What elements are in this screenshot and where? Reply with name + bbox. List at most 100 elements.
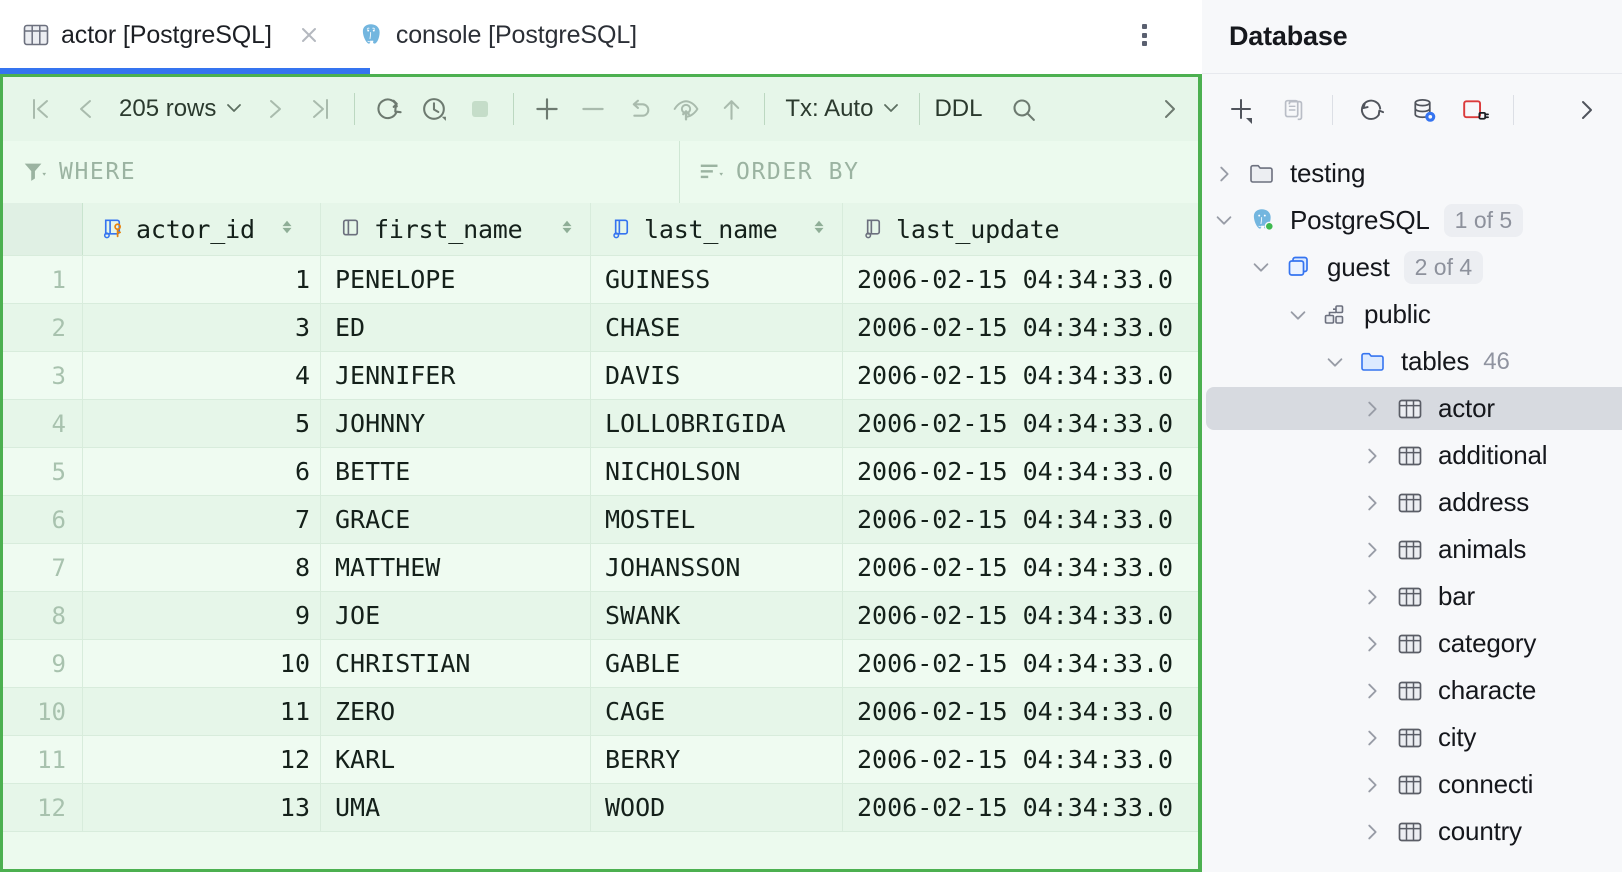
plus-icon[interactable]	[524, 86, 570, 132]
clock-icon[interactable]	[411, 86, 457, 132]
cell-last_update[interactable]: 2006-02-15 04:34:33.0	[843, 592, 1198, 639]
table-row[interactable]: 67GRACEMOSTEL2006-02-15 04:34:33.0	[3, 496, 1198, 544]
cell-actor_id[interactable]: 13	[83, 784, 321, 831]
cell-actor_id[interactable]: 10	[83, 640, 321, 687]
column-header-actor_id[interactable]: actor_id	[83, 203, 321, 255]
cell-first_name[interactable]: GRACE	[321, 496, 591, 543]
transaction-mode-selector[interactable]: Tx: Auto	[775, 95, 909, 124]
cell-last_name[interactable]: WOOD	[591, 784, 843, 831]
submit-up-arrow-icon[interactable]	[708, 86, 754, 132]
tree-item-guest[interactable]: guest2 of 4	[1202, 244, 1622, 291]
cell-last_name[interactable]: MOSTEL	[591, 496, 843, 543]
search-icon[interactable]	[1000, 86, 1046, 132]
refresh-icon[interactable]	[1347, 86, 1395, 134]
cell-actor_id[interactable]: 11	[83, 688, 321, 735]
undo-icon[interactable]	[616, 86, 662, 132]
cell-first_name[interactable]: ED	[321, 304, 591, 351]
copy-icon[interactable]	[1270, 86, 1318, 134]
chevron-down-icon[interactable]	[1239, 256, 1283, 278]
where-filter[interactable]: WHERE	[3, 141, 679, 203]
chevron-right-icon[interactable]	[1350, 774, 1394, 796]
tree-item-connecti[interactable]: connecti	[1202, 761, 1622, 808]
table-row[interactable]: 34JENNIFERDAVIS2006-02-15 04:34:33.0	[3, 352, 1198, 400]
cell-actor_id[interactable]: 5	[83, 400, 321, 447]
cell-first_name[interactable]: MATTHEW	[321, 544, 591, 591]
cell-last_name[interactable]: BERRY	[591, 736, 843, 783]
tree-item-additional[interactable]: additional	[1202, 432, 1622, 479]
close-icon[interactable]	[297, 23, 321, 47]
cell-last_name[interactable]: JOHANSSON	[591, 544, 843, 591]
cell-last_name[interactable]: NICHOLSON	[591, 448, 843, 495]
column-header-last_name[interactable]: last_name	[591, 203, 843, 255]
cell-first_name[interactable]: JOHNNY	[321, 400, 591, 447]
table-row[interactable]: 56BETTENICHOLSON2006-02-15 04:34:33.0	[3, 448, 1198, 496]
table-row[interactable]: 45JOHNNYLOLLOBRIGIDA2006-02-15 04:34:33.…	[3, 400, 1198, 448]
tree-item-address[interactable]: address	[1202, 479, 1622, 526]
chevron-right-icon[interactable]	[1350, 539, 1394, 561]
tree-item-animals[interactable]: animals	[1202, 526, 1622, 573]
cell-last_update[interactable]: 2006-02-15 04:34:33.0	[843, 496, 1198, 543]
cell-last_update[interactable]: 2006-02-15 04:34:33.0	[843, 784, 1198, 831]
chevron-right-icon[interactable]	[1564, 88, 1608, 132]
cell-actor_id[interactable]: 12	[83, 736, 321, 783]
table-row[interactable]: 1213UMAWOOD2006-02-15 04:34:33.0	[3, 784, 1198, 832]
chevron-right-icon[interactable]	[1350, 445, 1394, 467]
previous-page-icon[interactable]	[63, 86, 109, 132]
chevron-right-icon[interactable]	[1140, 77, 1198, 141]
cell-last_name[interactable]: CHASE	[591, 304, 843, 351]
chevron-right-icon[interactable]	[1350, 680, 1394, 702]
database-settings-icon[interactable]	[1399, 86, 1447, 134]
table-row[interactable]: 1011ZEROCAGE2006-02-15 04:34:33.0	[3, 688, 1198, 736]
cell-first_name[interactable]: JENNIFER	[321, 352, 591, 399]
cell-last_update[interactable]: 2006-02-15 04:34:33.0	[843, 544, 1198, 591]
chevron-right-icon[interactable]	[1350, 727, 1394, 749]
column-header-first_name[interactable]: first_name	[321, 203, 591, 255]
disconnect-plug-icon[interactable]	[1451, 86, 1499, 134]
cell-actor_id[interactable]: 4	[83, 352, 321, 399]
chevron-right-icon[interactable]	[1350, 586, 1394, 608]
cell-last_name[interactable]: GUINESS	[591, 256, 843, 303]
cell-last_name[interactable]: DAVIS	[591, 352, 843, 399]
tree-item-postgresql[interactable]: PostgreSQL1 of 5	[1202, 197, 1622, 244]
chevron-right-icon[interactable]	[1350, 398, 1394, 420]
preview-changes-icon[interactable]	[662, 86, 708, 132]
chevron-right-icon[interactable]	[1202, 163, 1246, 185]
table-row[interactable]: 1112KARLBERRY2006-02-15 04:34:33.0	[3, 736, 1198, 784]
cell-first_name[interactable]: PENELOPE	[321, 256, 591, 303]
cell-first_name[interactable]: BETTE	[321, 448, 591, 495]
tree-item-city[interactable]: city	[1202, 714, 1622, 761]
cell-actor_id[interactable]: 3	[83, 304, 321, 351]
plus-with-dropdown-icon[interactable]	[1218, 86, 1266, 134]
chevron-right-icon[interactable]	[1350, 821, 1394, 843]
tree-item-testing[interactable]: testing	[1202, 150, 1622, 197]
first-page-icon[interactable]	[17, 86, 63, 132]
cell-last_update[interactable]: 2006-02-15 04:34:33.0	[843, 688, 1198, 735]
cell-last_update[interactable]: 2006-02-15 04:34:33.0	[843, 304, 1198, 351]
cell-actor_id[interactable]: 9	[83, 592, 321, 639]
chevron-right-icon[interactable]	[1350, 633, 1394, 655]
sort-toggle-icon[interactable]	[810, 214, 828, 244]
tree-item-tables[interactable]: tables46	[1202, 338, 1622, 385]
tree-item-country[interactable]: country	[1202, 808, 1622, 855]
tree-item-actor[interactable]: actor	[1202, 385, 1622, 432]
tree-item-characte[interactable]: characte	[1202, 667, 1622, 714]
chevron-right-icon[interactable]	[1350, 492, 1394, 514]
tree-item-bar[interactable]: bar	[1202, 573, 1622, 620]
cell-first_name[interactable]: KARL	[321, 736, 591, 783]
cell-last_update[interactable]: 2006-02-15 04:34:33.0	[843, 352, 1198, 399]
chevron-down-icon[interactable]	[1202, 209, 1246, 231]
tab-console[interactable]: console [PostgreSQL]	[335, 0, 651, 70]
cell-first_name[interactable]: CHRISTIAN	[321, 640, 591, 687]
table-row[interactable]: 23EDCHASE2006-02-15 04:34:33.0	[3, 304, 1198, 352]
cell-last_update[interactable]: 2006-02-15 04:34:33.0	[843, 736, 1198, 783]
tree-item-public[interactable]: public	[1202, 291, 1622, 338]
row-count-selector[interactable]: 205 rows	[109, 95, 252, 124]
table-row[interactable]: 910CHRISTIANGABLE2006-02-15 04:34:33.0	[3, 640, 1198, 688]
table-row[interactable]: 89JOESWANK2006-02-15 04:34:33.0	[3, 592, 1198, 640]
order-by-filter[interactable]: ORDER BY	[679, 141, 1198, 203]
sort-toggle-icon[interactable]	[278, 214, 296, 244]
table-row[interactable]: 11PENELOPEGUINESS2006-02-15 04:34:33.0	[3, 256, 1198, 304]
cell-last_update[interactable]: 2006-02-15 04:34:33.0	[843, 448, 1198, 495]
last-page-icon[interactable]	[298, 86, 344, 132]
cell-first_name[interactable]: UMA	[321, 784, 591, 831]
